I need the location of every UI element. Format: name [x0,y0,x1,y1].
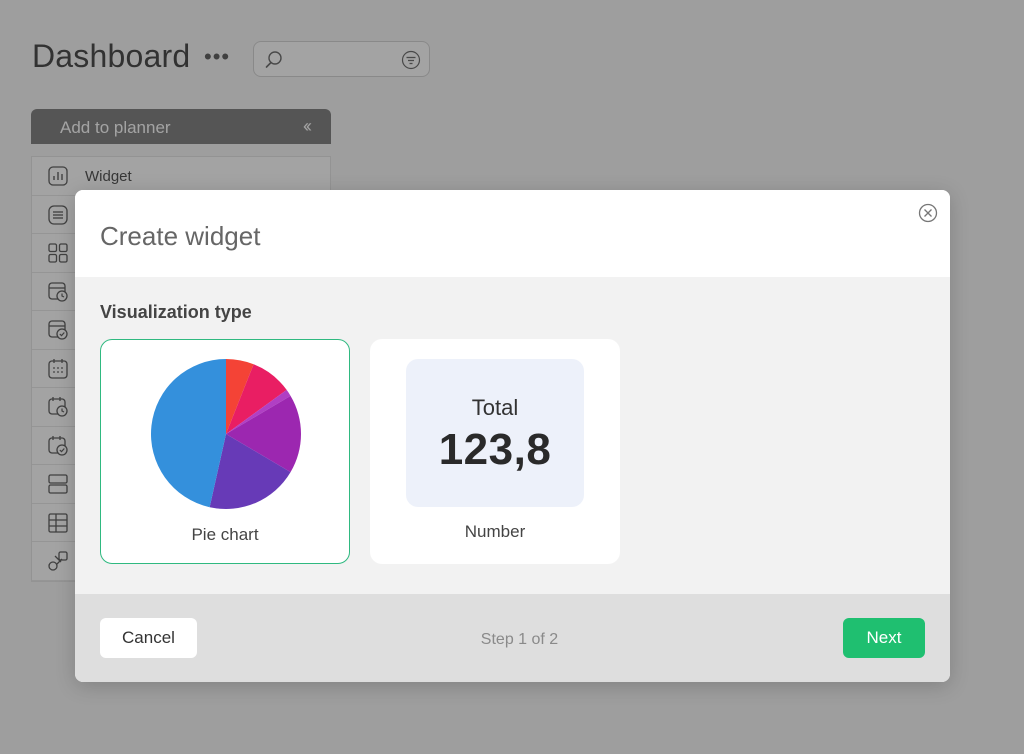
next-button[interactable]: Next [843,618,925,658]
option-label: Number [464,522,526,541]
visualization-type-label: Visualization type [100,302,252,322]
create-widget-dialog: Create widget Visualization type Pie cha… [75,190,950,682]
option-pie-chart[interactable]: Pie chart [100,339,350,564]
number-preview-label: Total [471,395,519,420]
number-preview-value: 123,8 [438,425,552,474]
step-indicator: Step 1 of 2 [480,631,559,648]
pie-chart-preview [150,359,301,509]
number-preview: Total 123,8 [406,359,584,507]
option-number[interactable]: Total 123,8 Number [370,339,620,564]
close-icon[interactable] [918,203,938,223]
dialog-title: Create widget [100,221,261,251]
dialog-footer: Cancel Step 1 of 2 Next [75,594,950,682]
option-label: Pie chart [191,525,259,544]
dialog-header: Create widget [75,190,950,277]
